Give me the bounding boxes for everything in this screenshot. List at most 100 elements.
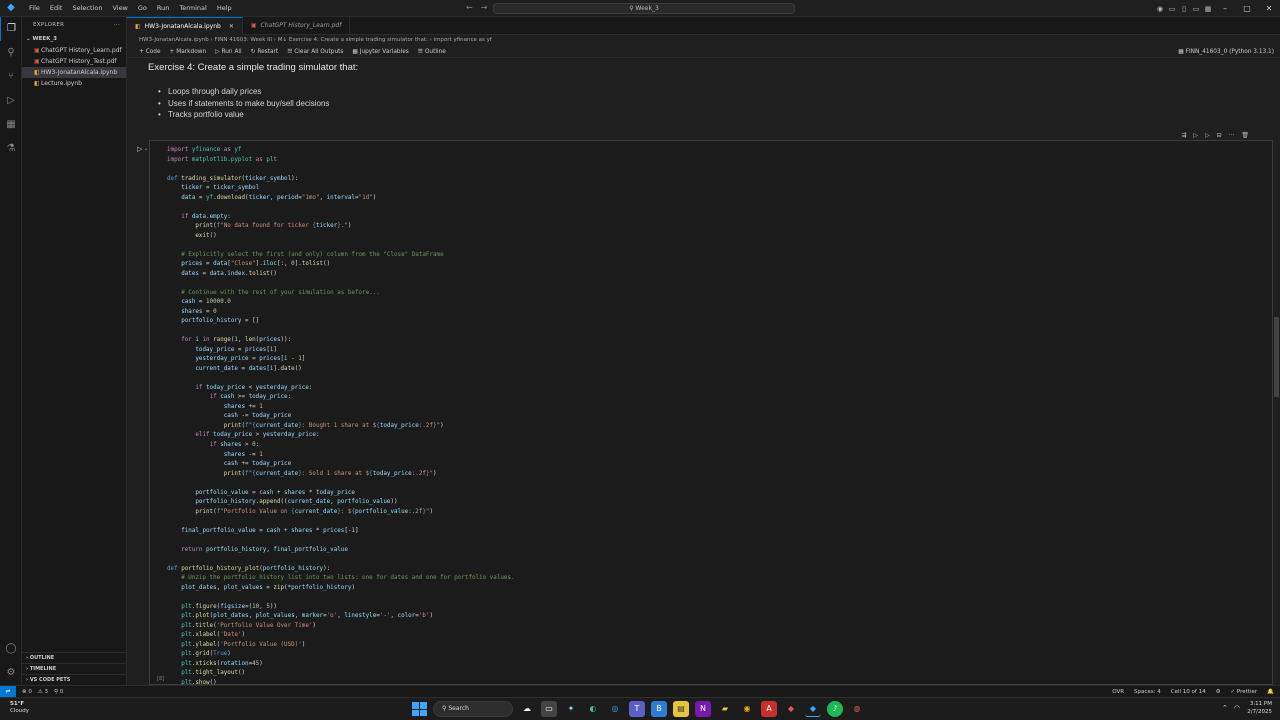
wifi-icon[interactable]: ◠ [1234,704,1240,712]
back-arrow-icon[interactable]: ← [466,3,473,12]
run-all-button[interactable]: ▷ Run All [215,46,241,57]
spotify-icon[interactable]: ♪ [827,701,843,717]
menu-go[interactable]: Go [133,0,152,17]
task-view-icon[interactable]: ▭ [541,701,557,717]
list-item: • Uses if statements to make buy/sell dec… [158,98,330,108]
copilot-icon[interactable]: ◉ [1154,5,1166,13]
forward-arrow-icon[interactable]: → [481,3,488,12]
teams-icon[interactable]: T [629,701,645,717]
taskbar-search[interactable]: ⚲ Search [433,701,513,717]
layout-icon[interactable]: ▭ [1166,5,1178,13]
breadcrumb[interactable]: HW3-JonatanAlcala.ipynb › FINN 41603: We… [127,35,1280,46]
toggle-sidebar-icon[interactable]: ▯ [1178,5,1190,13]
list-item: • Loops through daily prices [158,87,262,96]
errors-count[interactable]: ⊗ 0 [22,689,32,695]
menu-edit[interactable]: Edit [45,0,68,17]
source-control-icon[interactable]: ⑂ [0,65,22,89]
chrome-icon[interactable]: ◉ [739,701,755,717]
search-icon[interactable]: ⚲ [0,41,22,65]
toggle-panel-icon[interactable]: ▭ [1190,5,1202,13]
folder-week-3[interactable]: ⌄ WEEK_3 [22,33,126,45]
bluetooth-app-icon[interactable]: B [651,701,667,717]
outline-button[interactable]: ☰ Outline [418,46,446,57]
extensions-icon[interactable]: ▦ [0,113,22,137]
section-outline[interactable]: › OUTLINE [22,652,127,663]
weather-condition: Cloudy [10,708,29,714]
widgets-app-icon[interactable]: ☁ [519,701,535,717]
execute-above-icon[interactable]: ▷ [1193,132,1198,139]
file-item[interactable]: ▣ChatGPT History_Learn.pdf [22,45,126,56]
chevron-up-icon[interactable]: ⌃ [1222,704,1228,712]
menu-view[interactable]: View [107,0,132,17]
windows-start-icon[interactable] [411,701,427,717]
section-label: VS CODE PETS [29,677,71,683]
jupyter-variables-button[interactable]: ▦ Jupyter Variables [352,46,408,57]
code-editor[interactable]: import yfinance as yf import matplotlib.… [167,146,515,688]
testing-icon[interactable]: ⚗ [0,137,22,161]
explorer-sidebar: EXPLORER ··· ⌄ WEEK_3 ▣ChatGPT History_L… [22,17,127,685]
vscode-taskbar-icon[interactable]: ◆ [805,701,821,717]
clear-outputs-button[interactable]: ☰ Clear All Outputs [287,46,343,57]
edge-browser-icon[interactable]: ◐ [585,701,601,717]
file-item[interactable]: ◧HW3-JonatanAlcala.ipynb [22,67,126,78]
menu-file[interactable]: File [24,0,45,17]
menu-help[interactable]: Help [212,0,237,17]
section-timeline[interactable]: › TIMELINE [22,663,127,674]
run-cell-icon[interactable]: ▷ [137,145,142,153]
remote-indicator-icon[interactable]: ⇌ [0,685,16,698]
more-actions-icon[interactable]: ··· [114,17,120,33]
file-item[interactable]: ◧Lecture.ipynb [22,78,126,89]
minimize-button[interactable]: – [1214,4,1236,13]
settings-gear-icon[interactable]: ⚙ [0,661,22,685]
command-center-search[interactable]: ⚲ Week_3 [493,3,795,14]
title-bar: ◆ File Edit Selection View Go Run Termin… [0,0,1280,17]
customize-layout-icon[interactable]: ▦ [1202,5,1214,13]
run-debug-icon[interactable]: ▷ [0,89,22,113]
notebook-file-icon: ◧ [135,22,141,30]
onenote-icon[interactable]: N [695,701,711,717]
close-icon[interactable]: ✕ [229,18,234,36]
markdown-cell[interactable]: Exercise 4: Create a simple trading simu… [127,58,1280,122]
github-desktop-icon[interactable]: ◍ [849,701,865,717]
delete-cell-icon[interactable]: 🗑 [1241,132,1249,139]
close-window-button[interactable]: ✕ [1258,4,1280,13]
warnings-count[interactable]: ⚠ 3 [38,689,48,695]
pdf-reader-icon[interactable]: ◆ [783,701,799,717]
explorer-icon[interactable]: ❐ [0,17,22,41]
restart-button[interactable]: ↻ Restart [251,46,279,57]
tab-label: HW3-JonatanAlcala.ipynb [144,22,221,30]
vscode-logo-icon: ◆ [7,2,15,13]
weather-widget[interactable]: 51°F Cloudy [10,701,29,715]
restore-button[interactable]: ▢ [1236,4,1258,13]
ports-count[interactable]: ⚲ 0 [54,689,63,695]
acrobat-icon[interactable]: A [761,701,777,717]
menu-terminal[interactable]: Terminal [174,0,211,17]
code-cell[interactable]: ▷ ⌄ ⇶ ▷ ▷ ⊟ ··· 🗑 import yfinance as yf … [137,132,1273,688]
editor-area: ◧ HW3-JonatanAlcala.ipynb ✕ ▣ ChatGPT Hi… [127,17,1280,688]
kernel-picker[interactable]: ▦ FINN_41603_0 (Python 3.13.1) [1178,46,1274,58]
folder-label: WEEK_3 [32,36,57,42]
more-actions-icon[interactable]: ··· [1229,132,1235,139]
account-icon[interactable]: ◯ [0,637,22,661]
outlook-icon[interactable]: ◎ [607,701,623,717]
taskbar-clock[interactable]: 3:11 PM 2/7/2025 [1247,701,1272,716]
file-explorer-icon[interactable]: ▰ [717,701,733,717]
file-label: Lecture.ipynb [41,80,82,87]
run-by-line-icon[interactable]: ⇶ [1181,132,1186,139]
execute-below-icon[interactable]: ▷ [1205,132,1210,139]
add-code-button[interactable]: + Code [139,46,161,57]
split-cell-icon[interactable]: ⊟ [1217,132,1222,139]
menu-selection[interactable]: Selection [67,0,107,17]
tab-hw3-notebook[interactable]: ◧ HW3-JonatanAlcala.ipynb ✕ [127,17,243,35]
notebook-file-icon: ◧ [34,80,40,87]
file-label: ChatGPT History_Learn.pdf [41,47,122,54]
scrollbar-thumb[interactable] [1274,317,1279,397]
chevron-down-icon[interactable]: ⌄ [144,146,148,152]
file-item[interactable]: ▣ChatGPT History_Test.pdf [22,56,126,67]
tab-chatgpt-pdf[interactable]: ▣ ChatGPT History_Learn.pdf [243,17,351,35]
add-markdown-button[interactable]: + Markdown [170,46,207,57]
copilot-app-icon[interactable]: ✦ [563,701,579,717]
sticky-notes-icon[interactable]: ▤ [673,701,689,717]
menu-run[interactable]: Run [152,0,174,17]
section-vscode-pets[interactable]: › VS CODE PETS [22,674,127,685]
